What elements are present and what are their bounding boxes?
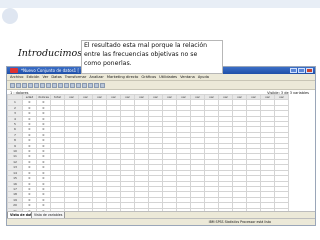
menu-utilidades[interactable]: Utilidades (159, 75, 177, 79)
close-button[interactable] (306, 68, 313, 73)
annotation-line: entre las frecuencias objetivas no se (84, 51, 198, 58)
menu-ventana[interactable]: Ventana (180, 75, 195, 79)
print-icon[interactable] (22, 82, 27, 88)
select-cases-icon[interactable] (94, 82, 99, 88)
toolbar (7, 81, 315, 90)
window-controls (290, 68, 313, 73)
menu-ver[interactable]: Ver (42, 75, 48, 79)
split-file-icon[interactable] (82, 82, 87, 88)
goto-case-icon[interactable] (46, 82, 51, 88)
goto-variable-icon[interactable] (52, 82, 57, 88)
annotation-text: El resultado esta mal porque la relación… (84, 41, 234, 68)
spss-app-icon (10, 68, 18, 73)
open-icon[interactable] (10, 82, 15, 88)
save-icon[interactable] (16, 82, 21, 88)
maximize-button[interactable] (298, 68, 305, 73)
undo-icon[interactable] (34, 82, 39, 88)
annotation-line: como ponerlas. (84, 60, 132, 67)
menu-edicion[interactable]: Edición (26, 75, 39, 79)
insert-cases-icon[interactable] (70, 82, 75, 88)
insert-variable-icon[interactable] (76, 82, 81, 88)
variables-icon[interactable] (58, 82, 63, 88)
column-header[interactable]: dolores (36, 94, 51, 101)
menu-ayuda[interactable]: Ayuda (198, 75, 209, 79)
data-table: edad dolores total var var var var var var var var… (7, 94, 289, 212)
dialog-recall-icon[interactable] (28, 82, 33, 88)
find-icon[interactable] (64, 82, 69, 88)
spss-window: *Nuevo Conjunto de datos1 [ ] - PASW Sta… (6, 66, 316, 226)
redo-icon[interactable] (40, 82, 45, 88)
table-body: 1 0 0 2 0 0 3 0 0 4 0 0 5 0 0 6 0 0 7 0 0 8 0 0 9 0 0 10 0 0 11 0 0 12 0 0 1… (7, 99, 289, 212)
data-grid: edad dolores total var var var var var var var var… (7, 94, 315, 212)
status-bar: IBM SPSS Statistics Processor está listo (7, 218, 315, 225)
menu-graficos[interactable]: Gráficos (141, 75, 156, 79)
menu-transformar[interactable]: Transformar (65, 75, 87, 79)
minimize-button[interactable] (290, 68, 297, 73)
menu-bar: Archivo Edición Ver Datos Transformar An… (7, 74, 315, 81)
value-labels-icon[interactable] (100, 82, 105, 88)
status-text: IBM SPSS Statistics Processor está listo (208, 220, 271, 224)
weight-cases-icon[interactable] (88, 82, 93, 88)
menu-marketing[interactable]: Marketing directo (107, 75, 139, 79)
menu-analizar[interactable]: Analizar (89, 75, 104, 79)
slide-decoration (2, 8, 18, 24)
menu-archivo[interactable]: Archivo (10, 75, 23, 79)
annotation-line: El resultado esta mal porque la relación (84, 42, 208, 49)
menu-datos[interactable]: Datos (51, 75, 61, 79)
slide-top-band (0, 0, 320, 8)
